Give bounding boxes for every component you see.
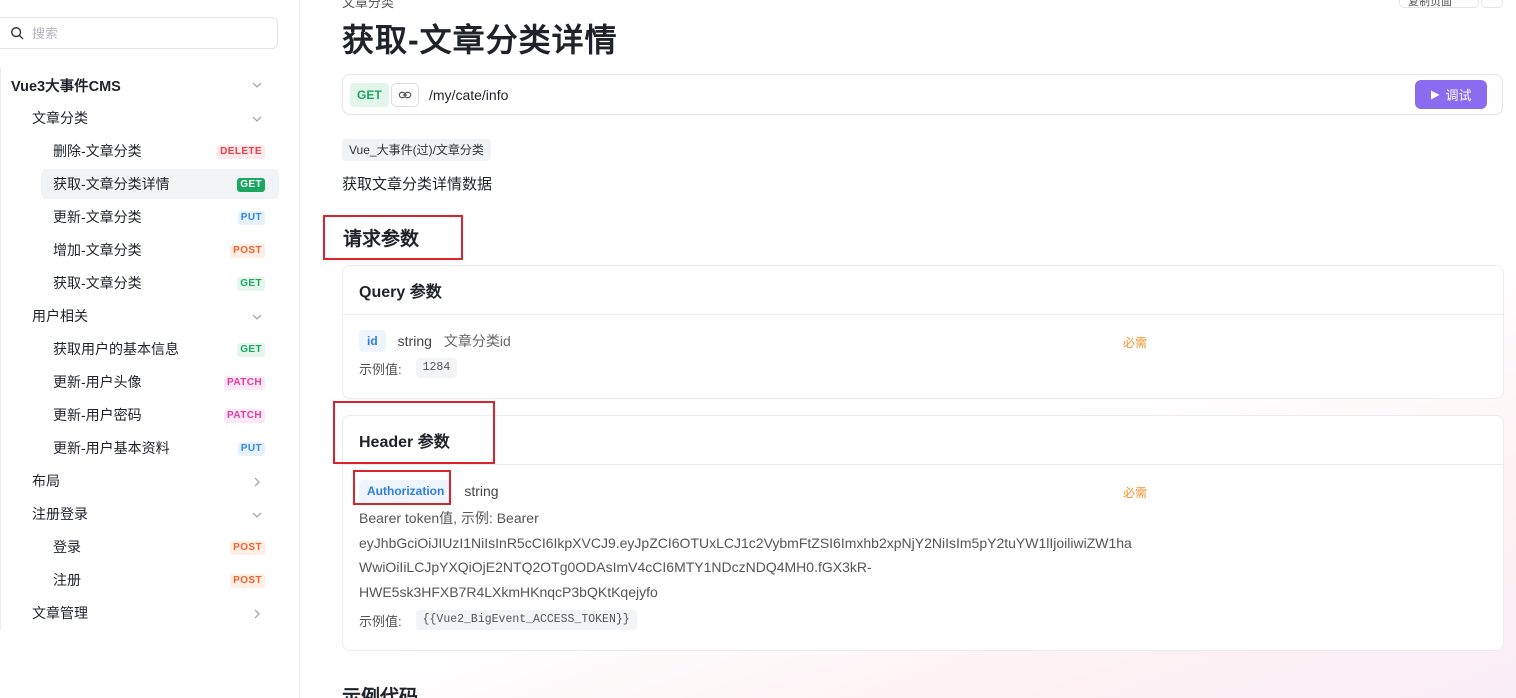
tree-item-get-categories[interactable]: 获取-文章分类 GET (41, 268, 279, 298)
api-description: 获取文章分类详情数据 (342, 176, 493, 193)
folder-tag[interactable]: Vue_大事件(过)/文章分类 (342, 139, 491, 161)
chevron-down-icon (251, 508, 263, 520)
page-title: 获取-文章分类详情 (342, 22, 618, 58)
tree-group-label: 文章管理 (32, 605, 88, 621)
highlight-box (323, 215, 463, 260)
tree-item-update-avatar[interactable]: 更新-用户头像 PATCH (41, 367, 279, 397)
query-params-title: Query 参数 (343, 266, 1503, 315)
tree-item-get-category-detail[interactable]: 获取-文章分类详情 GET (41, 169, 279, 199)
example-row: 示例值: {{Vue2_BigEvent_ACCESS_TOKEN}} (359, 610, 637, 630)
header-params-title: Header 参数 (343, 416, 1503, 465)
method-badge: POST (230, 574, 265, 588)
header-params-card: Header 参数 Authorization string 必需 Bearer… (342, 415, 1504, 651)
method-badge: DELETE (217, 145, 265, 159)
chevron-right-icon (251, 607, 263, 619)
debug-label: 调试 (1445, 88, 1472, 103)
example-label: 示例值: (359, 613, 402, 629)
search-icon (11, 27, 24, 40)
tree-item-add-category[interactable]: 增加-文章分类 POST (41, 235, 279, 265)
method-badge: PATCH (224, 376, 265, 390)
tree-item-delete-category[interactable]: 删除-文章分类 DELETE (41, 136, 279, 166)
method-badge: GET (237, 178, 265, 192)
tree-root[interactable]: Vue3大事件CMS (11, 70, 279, 100)
description-line: HWE5sk3HFXB7R4LXkmHKnqcP3bQKtKqejyfo (359, 583, 658, 600)
tree-group-label: 注册登录 (32, 506, 88, 522)
more-button[interactable] (1481, 0, 1503, 8)
chevron-down-icon (251, 79, 263, 91)
param-description: Bearer token值, 示例: Bearer eyJhbGciOiJIUz… (359, 506, 1169, 604)
tree-item-register[interactable]: 注册 POST (41, 565, 279, 595)
param-row: id string 文章分类id (359, 330, 511, 352)
method-badge: GET (237, 277, 265, 291)
example-value: 1284 (415, 358, 458, 378)
tree-group-article-category[interactable]: 文章分类 (32, 103, 279, 133)
example-row: 示例值: 1284 (359, 358, 458, 378)
chevron-down-icon (251, 112, 263, 124)
method-badge: PATCH (224, 409, 265, 423)
chevron-down-icon (251, 310, 263, 322)
endpoint-path[interactable]: /my/cate/info (429, 87, 508, 103)
copy-link-button[interactable] (391, 83, 419, 107)
sidebar: Vue3大事件CMS 文章分类 删除-文章分类 DELETE 获取-文章分类详情… (0, 0, 300, 698)
required-label: 必需 (1123, 336, 1148, 350)
method-badge: PUT (237, 442, 265, 456)
play-icon (1431, 90, 1440, 99)
tree-item-login[interactable]: 登录 POST (41, 532, 279, 562)
example-label: 示例值: (359, 361, 402, 377)
method-badge: POST (230, 541, 265, 555)
tree-group-layout[interactable]: 布局 (32, 466, 279, 496)
api-tree: Vue3大事件CMS 文章分类 删除-文章分类 DELETE 获取-文章分类详情… (0, 68, 290, 630)
chevron-right-icon (251, 475, 263, 487)
tree-root-label: Vue3大事件CMS (11, 78, 121, 95)
tree-group-auth[interactable]: 注册登录 (32, 499, 279, 529)
copy-page-label: 复制页面 (1408, 0, 1452, 8)
param-type: string (397, 333, 432, 349)
tree-item-get-user-info[interactable]: 获取用户的基本信息 GET (41, 334, 279, 364)
example-value: {{Vue2_BigEvent_ACCESS_TOKEN}} (415, 610, 637, 630)
method-badge: GET (350, 83, 389, 107)
tree-item-update-password[interactable]: 更新-用户密码 PATCH (41, 400, 279, 430)
copy-page-button[interactable]: 复制页面 (1399, 0, 1479, 8)
query-params-card: Query 参数 id string 文章分类id 必需 示例值: 1284 (342, 265, 1504, 399)
required-label: 必需 (1123, 486, 1148, 500)
link-icon (398, 91, 412, 99)
search-box[interactable] (0, 17, 278, 49)
tree-group-article-manage[interactable]: 文章管理 (32, 598, 279, 628)
tree-group-label: 文章分类 (32, 110, 88, 126)
debug-button[interactable]: 调试 (1415, 80, 1487, 109)
section-title-example-code: 示例代码 (342, 687, 419, 698)
method-badge: POST (230, 244, 265, 258)
tree-item-update-category[interactable]: 更新-文章分类 PUT (41, 202, 279, 232)
tree-group-user[interactable]: 用户相关 (32, 301, 279, 331)
param-name: id (359, 330, 386, 352)
tree-group-label: 用户相关 (32, 308, 88, 324)
description-line: eyJhbGciOiJIUzI1NiIsInR5cCI6IkpXVCJ9.eyJ… (359, 534, 1132, 551)
endpoint-bar: GET /my/cate/info 调试 (342, 74, 1503, 115)
description-line: WwiOiIiLCJpYXQiOjE2NTQ2OTg0ODAsImV4cCI6M… (359, 559, 872, 575)
param-type: string (464, 483, 499, 499)
highlight-box (353, 470, 451, 505)
breadcrumb[interactable]: 文章分类 (342, 0, 394, 11)
tree-item-update-profile[interactable]: 更新-用户基本资料 PUT (41, 433, 279, 463)
main-content: 文章分类 复制页面 获取-文章分类详情 GET /my/cate/info 调试… (301, 0, 1516, 698)
search-input[interactable] (32, 25, 262, 41)
method-badge: PUT (237, 211, 265, 225)
description-line: Bearer token值, 示例: Bearer (359, 510, 539, 526)
highlight-box (333, 401, 495, 464)
param-description: 文章分类id (443, 333, 511, 349)
method-badge: GET (237, 343, 265, 357)
tree-group-label: 布局 (32, 473, 60, 489)
